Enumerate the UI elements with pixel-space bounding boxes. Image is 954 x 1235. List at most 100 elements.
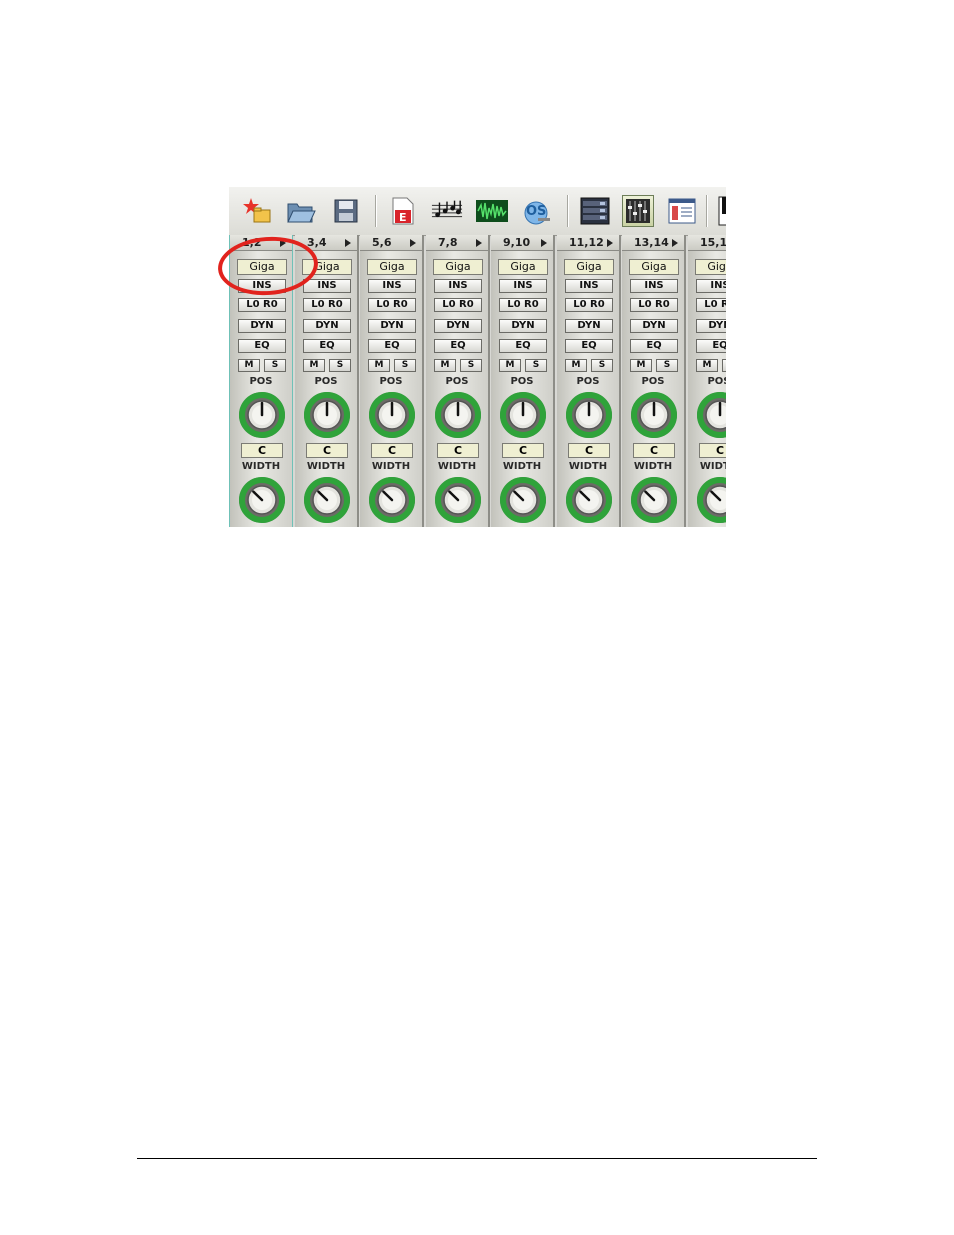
source-select[interactable]: Giga xyxy=(629,259,679,275)
mute-button[interactable]: M xyxy=(499,359,521,372)
list-view-icon[interactable] xyxy=(666,195,698,227)
channel-expand-arrow-icon[interactable] xyxy=(410,239,416,247)
solo-button[interactable]: S xyxy=(264,359,286,372)
dynamics-button[interactable]: DYN xyxy=(368,319,416,333)
routing-button[interactable]: L0 R0 xyxy=(368,298,416,312)
width-knob[interactable] xyxy=(498,475,548,525)
width-knob[interactable] xyxy=(695,475,726,525)
width-label: WIDTH xyxy=(306,461,346,472)
inserts-button[interactable]: INS xyxy=(434,279,482,293)
channel-expand-arrow-icon[interactable] xyxy=(541,239,547,247)
channel-label: 7,8 xyxy=(438,236,458,249)
mute-button[interactable]: M xyxy=(696,359,718,372)
editor-icon[interactable]: E xyxy=(387,195,419,227)
width-knob[interactable] xyxy=(302,475,352,525)
inserts-button[interactable]: INS xyxy=(565,279,613,293)
inserts-button[interactable]: INS xyxy=(499,279,547,293)
routing-button[interactable]: L0 R0 xyxy=(630,298,678,312)
dynamics-button[interactable]: DYN xyxy=(630,319,678,333)
routing-button[interactable]: L0 R0 xyxy=(238,298,286,312)
routing-button[interactable]: L0 R0 xyxy=(565,298,613,312)
channel-header[interactable]: 13,14 xyxy=(622,235,684,251)
routing-button[interactable]: L0 R0 xyxy=(499,298,547,312)
channel-strip: 7,8 Giga INS L0 R0 DYN EQ M S POS C WIDT… xyxy=(426,235,490,527)
source-select[interactable]: Giga xyxy=(695,259,726,275)
solo-button[interactable]: S xyxy=(591,359,613,372)
pos-knob[interactable] xyxy=(564,390,614,440)
solo-button[interactable]: S xyxy=(460,359,482,372)
mute-button[interactable]: M xyxy=(434,359,456,372)
pos-knob[interactable] xyxy=(302,390,352,440)
eq-button[interactable]: EQ xyxy=(238,339,286,353)
source-select[interactable]: Giga xyxy=(564,259,614,275)
eq-button[interactable]: EQ xyxy=(630,339,678,353)
pos-label: POS xyxy=(379,376,403,387)
inserts-button[interactable]: INS xyxy=(303,279,351,293)
channel-header[interactable]: 7,8 xyxy=(426,235,488,251)
dynamics-button[interactable]: DYN xyxy=(434,319,482,333)
score-icon[interactable] xyxy=(431,195,463,227)
channel-expand-arrow-icon[interactable] xyxy=(476,239,482,247)
eq-button[interactable]: EQ xyxy=(696,339,726,353)
solo-button[interactable]: S xyxy=(722,359,726,372)
pos-knob[interactable] xyxy=(237,390,287,440)
dynamics-button[interactable]: DYN xyxy=(499,319,547,333)
width-knob[interactable] xyxy=(629,475,679,525)
solo-button[interactable]: S xyxy=(656,359,678,372)
channel-header[interactable]: 9,10 xyxy=(491,235,553,251)
channel-label: 13,14 xyxy=(634,236,669,249)
source-select[interactable]: Giga xyxy=(498,259,548,275)
channel-header[interactable]: 15,16 xyxy=(688,235,726,251)
solo-button[interactable]: S xyxy=(394,359,416,372)
new-project-icon[interactable] xyxy=(241,195,273,227)
mute-button[interactable]: M xyxy=(630,359,652,372)
routing-button[interactable]: L0 R0 xyxy=(696,298,726,312)
mute-button[interactable]: M xyxy=(238,359,260,372)
dynamics-button[interactable]: DYN xyxy=(696,319,726,333)
save-icon[interactable] xyxy=(330,195,362,227)
open-folder-icon[interactable] xyxy=(285,195,317,227)
mute-button[interactable]: M xyxy=(565,359,587,372)
inserts-button[interactable]: INS xyxy=(368,279,416,293)
dynamics-button[interactable]: DYN xyxy=(303,319,351,333)
solo-button[interactable]: S xyxy=(329,359,351,372)
channel-expand-arrow-icon[interactable] xyxy=(345,239,351,247)
width-knob[interactable] xyxy=(564,475,614,525)
source-select[interactable]: Giga xyxy=(433,259,483,275)
inserts-button[interactable]: INS xyxy=(696,279,726,293)
rack-icon[interactable] xyxy=(579,195,611,227)
eq-button[interactable]: EQ xyxy=(434,339,482,353)
channel-expand-arrow-icon[interactable] xyxy=(672,239,678,247)
pos-knob[interactable] xyxy=(695,390,726,440)
eq-button[interactable]: EQ xyxy=(368,339,416,353)
mute-button[interactable]: M xyxy=(303,359,325,372)
solo-button[interactable]: S xyxy=(525,359,547,372)
width-knob[interactable] xyxy=(367,475,417,525)
pos-knob[interactable] xyxy=(367,390,417,440)
channel-strip: 11,12 Giga INS L0 R0 DYN EQ M S POS C WI… xyxy=(557,235,621,527)
width-knob[interactable] xyxy=(237,475,287,525)
eq-button[interactable]: EQ xyxy=(499,339,547,353)
os-icon[interactable]: OS xyxy=(521,195,553,227)
keyboard-icon[interactable] xyxy=(711,195,726,227)
width-label: WIDTH xyxy=(502,461,542,472)
pos-knob[interactable] xyxy=(498,390,548,440)
width-knob[interactable] xyxy=(433,475,483,525)
routing-button[interactable]: L0 R0 xyxy=(434,298,482,312)
channel-header[interactable]: 11,12 xyxy=(557,235,619,251)
mixer-icon[interactable] xyxy=(622,195,654,227)
routing-button[interactable]: L0 R0 xyxy=(303,298,351,312)
channel-header[interactable]: 5,6 xyxy=(360,235,422,251)
dynamics-button[interactable]: DYN xyxy=(238,319,286,333)
source-select[interactable]: Giga xyxy=(367,259,417,275)
waveform-icon[interactable] xyxy=(476,195,508,227)
channel-expand-arrow-icon[interactable] xyxy=(607,239,613,247)
mute-button[interactable]: M xyxy=(368,359,390,372)
pos-knob[interactable] xyxy=(433,390,483,440)
eq-button[interactable]: EQ xyxy=(303,339,351,353)
pos-knob[interactable] xyxy=(629,390,679,440)
inserts-button[interactable]: INS xyxy=(630,279,678,293)
width-label: WIDTH xyxy=(371,461,411,472)
eq-button[interactable]: EQ xyxy=(565,339,613,353)
dynamics-button[interactable]: DYN xyxy=(565,319,613,333)
